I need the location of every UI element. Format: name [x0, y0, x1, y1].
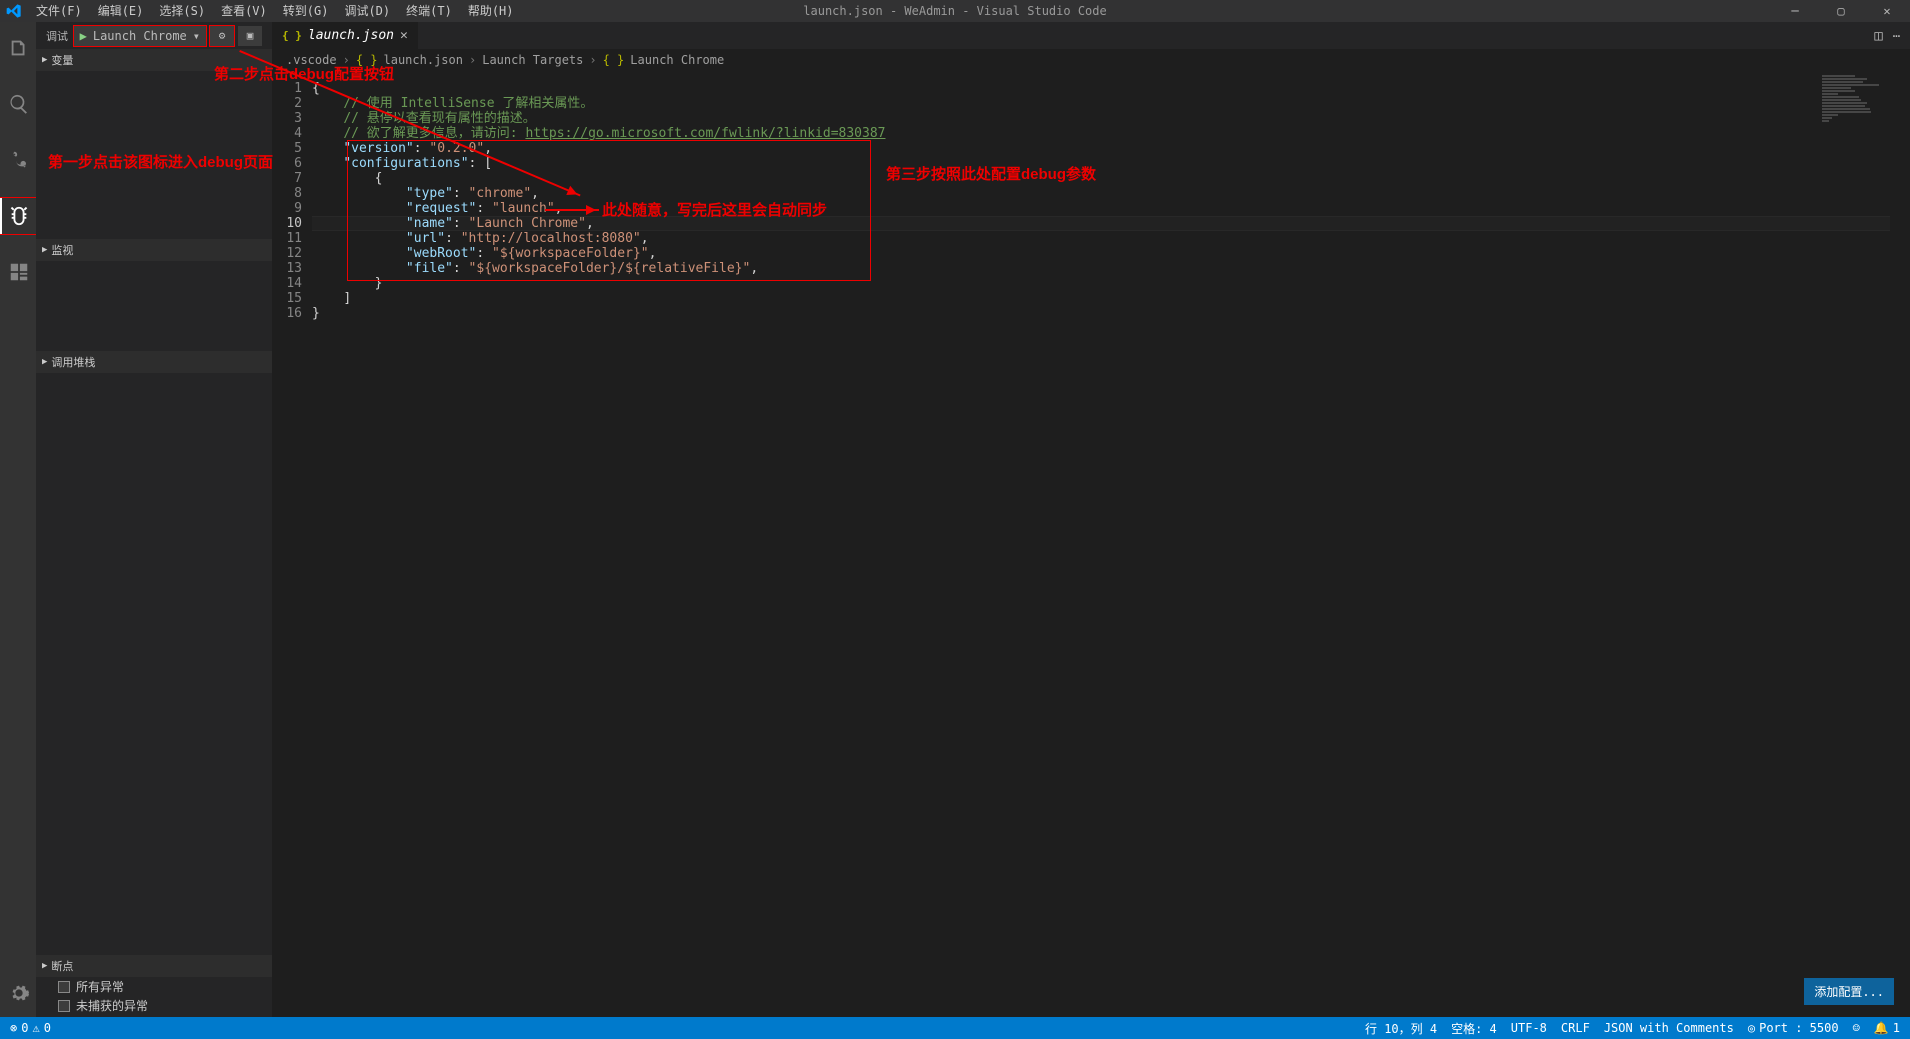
activity-explorer-icon[interactable] [0, 30, 36, 66]
editor-area: { } launch.json ✕ ◫ ⋯ .vscode› { } launc… [272, 22, 1910, 1017]
debug-settings-button[interactable]: ⚙ [210, 26, 234, 46]
add-configuration-button[interactable]: 添加配置... [1804, 978, 1894, 1005]
checkbox-icon[interactable] [58, 981, 70, 993]
tab-label: launch.json [308, 28, 394, 43]
minimize-button[interactable]: ─ [1772, 0, 1818, 22]
json-file-icon: { } [603, 53, 625, 67]
section-watch-body [36, 261, 272, 351]
activity-bar [0, 22, 36, 1017]
breakpoint-uncaught-exceptions[interactable]: 未捕获的异常 [36, 996, 272, 1015]
window-title: launch.json - WeAdmin - Visual Studio Co… [803, 4, 1106, 18]
repl-icon: ▣ [247, 29, 254, 42]
chevron-down-icon: ▶ [42, 245, 47, 255]
menu-edit[interactable]: 编辑(E) [90, 0, 152, 22]
breakpoint-label: 所有异常 [76, 978, 124, 995]
menu-debug[interactable]: 调试(D) [336, 0, 398, 22]
section-callstack-header[interactable]: ▶ 调用堆栈 [36, 351, 272, 373]
line-number-gutter: 12345678910111213141516 [272, 71, 312, 1017]
activity-search-icon[interactable] [0, 86, 36, 122]
minimap[interactable] [1818, 71, 1908, 131]
window-controls: ─ ▢ ✕ [1772, 0, 1910, 22]
breadcrumb-file[interactable]: launch.json [384, 53, 463, 67]
smiley-icon: ☺ [1853, 1021, 1860, 1035]
editor-tabs: { } launch.json ✕ ◫ ⋯ [272, 22, 1910, 49]
activity-scm-icon[interactable] [0, 142, 36, 178]
checkbox-icon[interactable] [58, 1000, 70, 1012]
menu-terminal[interactable]: 终端(T) [398, 0, 460, 22]
status-language[interactable]: JSON with Comments [1604, 1021, 1734, 1035]
close-button[interactable]: ✕ [1864, 0, 1910, 22]
section-variables-body [36, 71, 272, 239]
vscode-logo-icon [0, 0, 28, 22]
breadcrumb-symbol[interactable]: Launch Targets [482, 53, 583, 67]
warning-icon: ⚠ [32, 1021, 39, 1035]
menu-view[interactable]: 查看(V) [213, 0, 275, 22]
status-bar: ⊗0 ⚠0 行 10，列 4 空格: 4 UTF-8 CRLF JSON wit… [0, 1017, 1910, 1039]
json-file-icon: { } [282, 29, 302, 42]
menu-select[interactable]: 选择(S) [151, 0, 213, 22]
title-bar: 文件(F) 编辑(E) 选择(S) 查看(V) 转到(G) 调试(D) 终端(T… [0, 0, 1910, 22]
annotation-arrow-2 [545, 209, 599, 211]
activity-settings-icon[interactable] [0, 975, 36, 1011]
menu-help[interactable]: 帮助(H) [460, 0, 522, 22]
json-file-icon: { } [356, 53, 378, 67]
status-encoding[interactable]: UTF-8 [1511, 1021, 1547, 1035]
current-line-highlight [312, 216, 1890, 231]
status-port[interactable]: ◎ Port : 5500 [1748, 1021, 1839, 1035]
status-cursor[interactable]: 行 10，列 4 [1365, 1020, 1437, 1037]
code-editor[interactable]: 12345678910111213141516 { // 使用 IntelliS… [272, 71, 1910, 1017]
status-problems[interactable]: ⊗0 ⚠0 [10, 1021, 51, 1035]
section-breakpoints-body: 所有异常 未捕获的异常 [36, 977, 272, 1017]
sidebar-title: 调试 [46, 28, 68, 44]
breakpoint-label: 未捕获的异常 [76, 997, 148, 1014]
section-variables-header[interactable]: ▶ 变量 [36, 49, 272, 71]
breadcrumb-symbol[interactable]: Launch Chrome [630, 53, 724, 67]
dropdown-icon: ▾ [193, 29, 200, 43]
section-callstack-body [36, 373, 272, 955]
status-indent[interactable]: 空格: 4 [1451, 1020, 1497, 1037]
breadcrumb-folder[interactable]: .vscode [286, 53, 337, 67]
section-watch-label: 监视 [51, 242, 73, 258]
debug-sidebar: 调试 ▶ Launch Chrome ▾ ⚙ ▣ ▶ 变量 ▶ [36, 22, 272, 1017]
section-watch-header[interactable]: ▶ 监视 [36, 239, 272, 261]
tab-close-icon[interactable]: ✕ [400, 28, 408, 43]
debug-console-button[interactable]: ▣ [238, 26, 262, 46]
gear-icon: ⚙ [219, 29, 226, 42]
broadcast-icon: ◎ [1748, 1021, 1755, 1035]
chevron-down-icon: ▶ [42, 55, 47, 65]
breadcrumbs[interactable]: .vscode› { } launch.json› Launch Targets… [272, 49, 1910, 71]
more-actions-icon[interactable]: ⋯ [1893, 29, 1900, 43]
play-icon: ▶ [80, 29, 87, 43]
menu-file[interactable]: 文件(F) [28, 0, 90, 22]
section-breakpoints-label: 断点 [51, 958, 73, 974]
debug-config-selector[interactable]: ▶ Launch Chrome ▾ [74, 26, 206, 46]
error-icon: ⊗ [10, 1021, 17, 1035]
bell-icon: 🔔 [1874, 1021, 1889, 1035]
split-editor-icon[interactable]: ◫ [1874, 28, 1882, 44]
section-breakpoints-header[interactable]: ▶ 断点 [36, 955, 272, 977]
activity-debug-icon[interactable] [0, 198, 36, 234]
section-variables-label: 变量 [51, 52, 73, 68]
menu-bar: 文件(F) 编辑(E) 选择(S) 查看(V) 转到(G) 调试(D) 终端(T… [28, 0, 522, 22]
menu-go[interactable]: 转到(G) [275, 0, 337, 22]
status-notifications[interactable]: 🔔 1 [1874, 1021, 1900, 1035]
status-feedback[interactable]: ☺ [1853, 1021, 1860, 1035]
tab-launch-json[interactable]: { } launch.json ✕ [272, 22, 419, 49]
code-content[interactable]: { // 使用 IntelliSense 了解相关属性。 // 悬停以查看现有属… [312, 71, 1910, 1017]
status-eol[interactable]: CRLF [1561, 1021, 1590, 1035]
activity-extensions-icon[interactable] [0, 254, 36, 290]
breakpoint-all-exceptions[interactable]: 所有异常 [36, 977, 272, 996]
maximize-button[interactable]: ▢ [1818, 0, 1864, 22]
chevron-down-icon: ▶ [42, 357, 47, 367]
section-callstack-label: 调用堆栈 [51, 354, 95, 370]
chevron-down-icon: ▶ [42, 961, 47, 971]
debug-config-label: Launch Chrome [93, 29, 187, 43]
